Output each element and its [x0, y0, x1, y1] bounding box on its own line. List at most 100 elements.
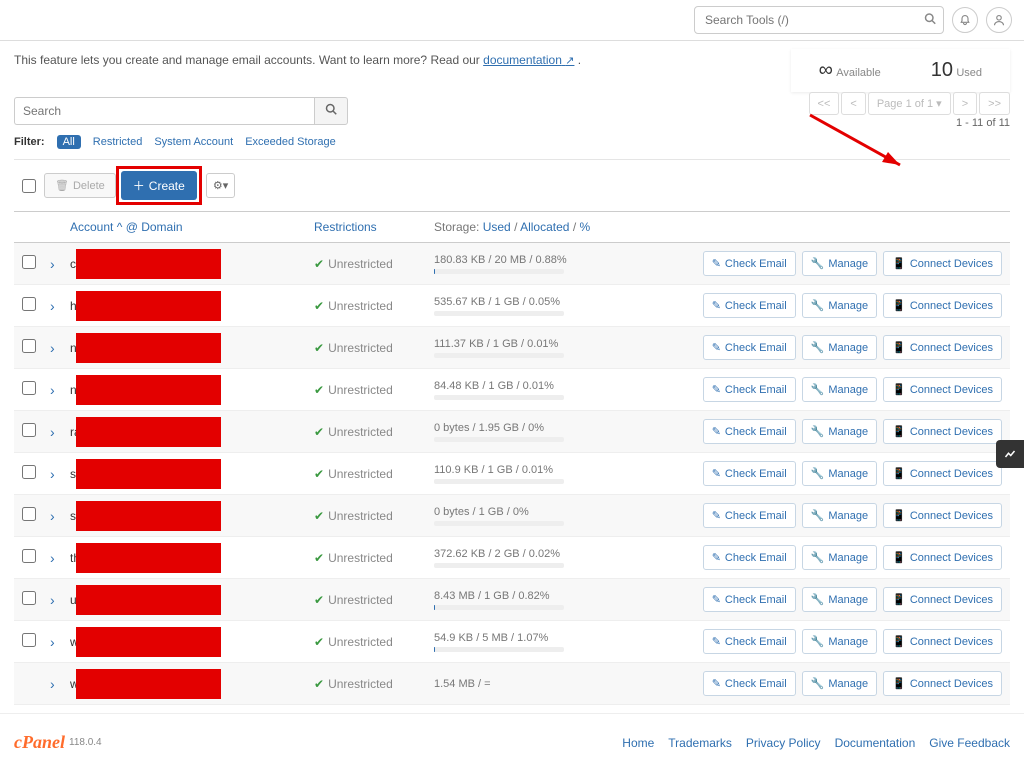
create-button[interactable]: ＋ Create [121, 171, 197, 200]
check-email-button[interactable]: ✎Check Email [703, 377, 796, 402]
th-used[interactable]: Used [483, 220, 511, 234]
notifications-button[interactable] [952, 7, 978, 33]
filter-exceeded[interactable]: Exceeded Storage [245, 136, 336, 148]
check-email-button[interactable]: ✎Check Email [703, 419, 796, 444]
row-checkbox[interactable] [22, 381, 36, 395]
connect-devices-button[interactable]: 📱Connect Devices [883, 251, 1002, 276]
row-checkbox[interactable] [22, 549, 36, 563]
connect-devices-button[interactable]: 📱Connect Devices [883, 419, 1002, 444]
check-icon: ✔ [314, 551, 324, 565]
documentation-link[interactable]: documentation ↗ [483, 53, 574, 67]
manage-button[interactable]: 🔧Manage [802, 503, 877, 528]
manage-button[interactable]: 🔧Manage [802, 293, 877, 318]
expand-icon[interactable]: › [44, 508, 55, 524]
check-email-button[interactable]: ✎Check Email [703, 335, 796, 360]
row-checkbox[interactable] [22, 339, 36, 353]
connect-devices-button[interactable]: 📱Connect Devices [883, 335, 1002, 360]
expand-icon[interactable]: › [44, 298, 55, 314]
footer-link[interactable]: Documentation [835, 736, 916, 750]
manage-button[interactable]: 🔧Manage [802, 419, 877, 444]
wrench-icon: 🔧 [811, 467, 825, 480]
th-restrictions[interactable]: Restrictions [314, 220, 377, 234]
expand-icon[interactable]: › [44, 340, 55, 356]
row-checkbox[interactable] [22, 423, 36, 437]
expand-icon[interactable]: › [44, 466, 55, 482]
filter-restricted[interactable]: Restricted [93, 136, 143, 148]
manage-button[interactable]: 🔧Manage [802, 545, 877, 570]
check-email-button[interactable]: ✎Check Email [703, 629, 796, 654]
row-checkbox[interactable] [22, 633, 36, 647]
manage-button[interactable]: 🔧Manage [802, 671, 877, 696]
storage-progress [434, 353, 564, 358]
check-icon: ✔ [314, 341, 324, 355]
row-checkbox[interactable] [22, 507, 36, 521]
redacted-overlay [76, 417, 221, 447]
select-all-checkbox[interactable] [22, 179, 36, 193]
check-email-button[interactable]: ✎Check Email [703, 293, 796, 318]
stat-available: ∞ Available [819, 59, 881, 82]
connect-devices-button[interactable]: 📱Connect Devices [883, 293, 1002, 318]
expand-icon[interactable]: › [44, 382, 55, 398]
table-row: ›sc✔Unrestricted110.9 KB / 1 GB / 0.01%✎… [14, 453, 1010, 495]
connect-devices-button[interactable]: 📱Connect Devices [883, 503, 1002, 528]
th-account[interactable]: Account [70, 220, 113, 234]
manage-button[interactable]: 🔧Manage [802, 629, 877, 654]
manage-button[interactable]: 🔧Manage [802, 251, 877, 276]
manage-button[interactable]: 🔧Manage [802, 377, 877, 402]
device-icon: 📱 [892, 677, 906, 690]
floating-stats-widget[interactable] [996, 440, 1024, 468]
pager-next[interactable]: > [953, 92, 977, 115]
check-email-button[interactable]: ✎Check Email [703, 671, 796, 696]
footer-link[interactable]: Trademarks [668, 736, 732, 750]
connect-devices-button[interactable]: 📱Connect Devices [883, 461, 1002, 486]
connect-devices-button[interactable]: 📱Connect Devices [883, 545, 1002, 570]
connect-devices-button[interactable]: 📱Connect Devices [883, 377, 1002, 402]
check-email-button[interactable]: ✎Check Email [703, 461, 796, 486]
table-row: ›ra✔Unrestricted0 bytes / 1.95 GB / 0%✎C… [14, 411, 1010, 453]
trash-icon: 🗑 [55, 179, 69, 192]
th-domain[interactable]: Domain [141, 220, 182, 234]
storage-text: 110.9 KB / 1 GB / 0.01% [434, 464, 634, 476]
th-allocated[interactable]: Allocated [520, 220, 569, 234]
check-email-button[interactable]: ✎Check Email [703, 251, 796, 276]
row-checkbox[interactable] [22, 297, 36, 311]
expand-icon[interactable]: › [44, 634, 55, 650]
delete-button[interactable]: 🗑 Delete [44, 173, 116, 198]
row-checkbox[interactable] [22, 591, 36, 605]
search-input[interactable] [14, 97, 314, 125]
restriction-text: Unrestricted [328, 509, 393, 523]
th-at[interactable]: @ [126, 220, 138, 234]
connect-devices-button[interactable]: 📱Connect Devices [883, 629, 1002, 654]
storage-text: 180.83 KB / 20 MB / 0.88% [434, 254, 634, 266]
expand-icon[interactable]: › [44, 550, 55, 566]
pager-last[interactable]: >> [979, 92, 1010, 115]
th-pct[interactable]: % [580, 220, 591, 234]
settings-dropdown[interactable]: ⚙▾ [206, 173, 235, 198]
user-menu-button[interactable] [986, 7, 1012, 33]
expand-icon[interactable]: › [44, 256, 55, 272]
wrench-icon: 🔧 [811, 425, 825, 438]
expand-icon[interactable]: › [44, 424, 55, 440]
footer-link[interactable]: Give Feedback [929, 736, 1010, 750]
pager-range: 1 - 11 of 11 [956, 117, 1010, 129]
footer-link[interactable]: Privacy Policy [746, 736, 821, 750]
filter-system[interactable]: System Account [154, 136, 233, 148]
connect-devices-button[interactable]: 📱Connect Devices [883, 671, 1002, 696]
check-icon: ✔ [314, 257, 324, 271]
manage-button[interactable]: 🔧Manage [802, 461, 877, 486]
check-email-button[interactable]: ✎Check Email [703, 503, 796, 528]
edit-icon: ✎ [712, 299, 721, 312]
device-icon: 📱 [892, 341, 906, 354]
redacted-overlay [76, 501, 221, 531]
manage-button[interactable]: 🔧Manage [802, 335, 877, 360]
row-checkbox[interactable] [22, 465, 36, 479]
check-email-button[interactable]: ✎Check Email [703, 545, 796, 570]
search-tools-input[interactable] [694, 6, 944, 34]
expand-icon[interactable]: › [44, 676, 55, 692]
wrench-icon: 🔧 [811, 677, 825, 690]
storage-text: 535.67 KB / 1 GB / 0.05% [434, 296, 634, 308]
row-checkbox[interactable] [22, 255, 36, 269]
filter-all[interactable]: All [57, 135, 81, 149]
footer-link[interactable]: Home [622, 736, 654, 750]
search-button[interactable] [314, 97, 348, 125]
